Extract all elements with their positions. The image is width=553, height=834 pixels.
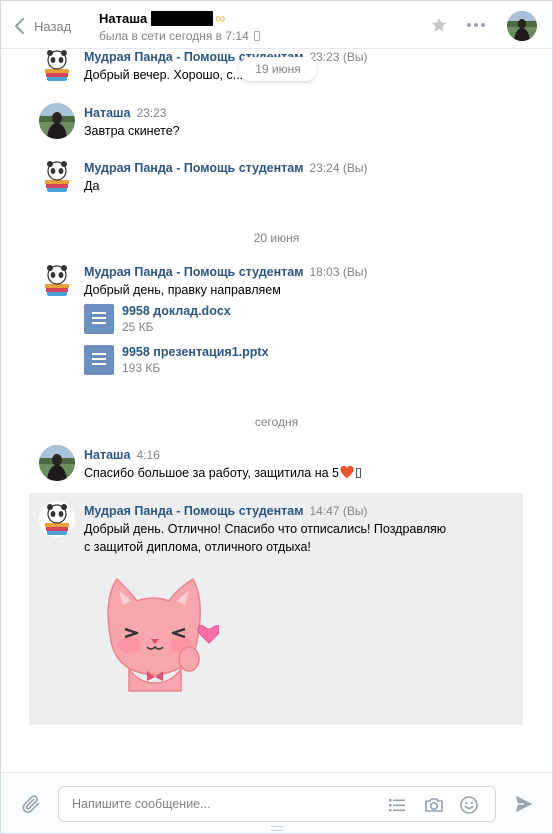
peer-status: была в сети сегодня в 7:14 — [99, 29, 260, 43]
message-time: 23:23 (Вы) — [309, 50, 368, 64]
cat-sticker-icon[interactable] — [89, 571, 219, 696]
message-author[interactable]: Мудрая Панда - Помощь студентам 14:47 (Вы… — [84, 504, 367, 518]
natasha-avatar[interactable] — [39, 445, 75, 481]
peer-avatar[interactable] — [507, 11, 537, 41]
message-composer: Напишите сообщение... — [1, 772, 552, 833]
message-input[interactable]: Напишите сообщение... — [58, 786, 496, 822]
peer-status-text: была в сети сегодня в 7:14 — [99, 29, 249, 43]
redacted-block — [151, 10, 214, 26]
message-author[interactable]: Мудрая Панда - Помощь студентам 18:03 (Вы… — [84, 265, 367, 279]
peer-name[interactable]: Наташа ∞ — [99, 10, 225, 26]
message[interactable]: Мудрая Панда - Помощь студентам 18:03 (Вы… — [29, 262, 523, 382]
message-text: Добрый вечер. Хорошо, с... — [84, 68, 244, 82]
message-text: Завтра скинете? — [84, 124, 180, 138]
message-text: Добрый день, правку направляем — [84, 283, 281, 297]
message-time: 18:03 (Вы) — [309, 265, 368, 279]
natasha-avatar[interactable] — [39, 103, 75, 139]
document-name: 9958 доклад.docx — [122, 304, 231, 318]
message[interactable]: Наташа 23:23 Завтра скинете? — [29, 103, 523, 143]
star-icon — [431, 17, 447, 32]
chat-window: Назад Наташа ∞ была в сети сегодня в 7:1… — [0, 0, 553, 834]
peer-name-text: Наташа — [99, 10, 148, 26]
message-author[interactable]: Наташа 4:16 — [84, 448, 160, 462]
document-attachment[interactable]: 9958 доклад.docx 25 КБ — [84, 304, 384, 338]
document-attachment[interactable]: 9958 презентация1.pptx 193 КБ — [84, 345, 384, 379]
unknown-glyph-icon — [355, 468, 361, 478]
message-text: Спасибо большое за работу, защитила на 5 — [84, 464, 361, 482]
message-time: 23:23 — [136, 106, 167, 120]
message-author[interactable]: Наташа 23:23 — [84, 106, 166, 120]
star-button[interactable] — [427, 13, 451, 37]
avatar-photo — [507, 11, 537, 41]
message[interactable]: Мудрая Панда - Помощь студентам 23:24 (Вы… — [29, 158, 523, 198]
camera-icon[interactable] — [424, 795, 444, 815]
message[interactable]: Наташа 4:16 Спасибо большое за работу, за… — [29, 445, 523, 485]
message-text-line: с защитой диплома, отличного отдыха! — [84, 540, 311, 554]
back-button[interactable]: Назад — [13, 15, 71, 37]
message-input-placeholder: Напишите сообщение... — [72, 797, 211, 811]
message-time: 14:47 (Вы) — [309, 504, 368, 518]
back-label: Назад — [34, 18, 72, 34]
more-button[interactable] — [464, 13, 488, 37]
mobile-phone-icon — [253, 31, 260, 41]
message-time: 23:24 (Вы) — [309, 161, 368, 175]
message-time: 4:16 — [136, 448, 160, 462]
panda-avatar[interactable] — [39, 47, 75, 83]
smile-icon[interactable] — [459, 795, 479, 815]
paperclip-icon[interactable] — [20, 793, 42, 815]
message-text: Да — [84, 179, 100, 193]
panda-avatar[interactable] — [39, 501, 75, 537]
infinity-badge-icon: ∞ — [215, 10, 226, 26]
message-text-line: Добрый день. Отлично! Спасибо что отписа… — [84, 522, 447, 536]
message-selected[interactable]: Мудрая Панда - Помощь студентам 14:47 (Вы… — [29, 493, 523, 725]
date-separator: 20 июня — [253, 231, 300, 245]
document-icon — [84, 304, 114, 334]
list-icon[interactable] — [387, 795, 407, 815]
chat-header: Назад Наташа ∞ была в сети сегодня в 7:1… — [1, 1, 552, 49]
heart-emoji-icon — [340, 465, 354, 479]
more-icon — [467, 23, 471, 27]
message-author[interactable]: Мудрая Панда - Помощь студентам 23:23 (Вы… — [84, 50, 367, 64]
chevron-left-icon — [14, 17, 25, 35]
document-size: 25 КБ — [122, 320, 154, 334]
send-icon[interactable] — [513, 793, 535, 815]
document-size: 193 КБ — [122, 361, 161, 375]
message-author[interactable]: Мудрая Панда - Помощь студентам 23:24 (Вы… — [84, 161, 367, 175]
date-separator: сегодня — [254, 415, 299, 429]
resize-grip[interactable] — [271, 826, 283, 831]
document-icon — [84, 345, 114, 375]
floating-date-badge: 19 июня — [239, 57, 317, 81]
document-name: 9958 презентация1.pptx — [122, 345, 269, 359]
panda-avatar[interactable] — [39, 158, 75, 194]
panda-avatar[interactable] — [39, 262, 75, 298]
